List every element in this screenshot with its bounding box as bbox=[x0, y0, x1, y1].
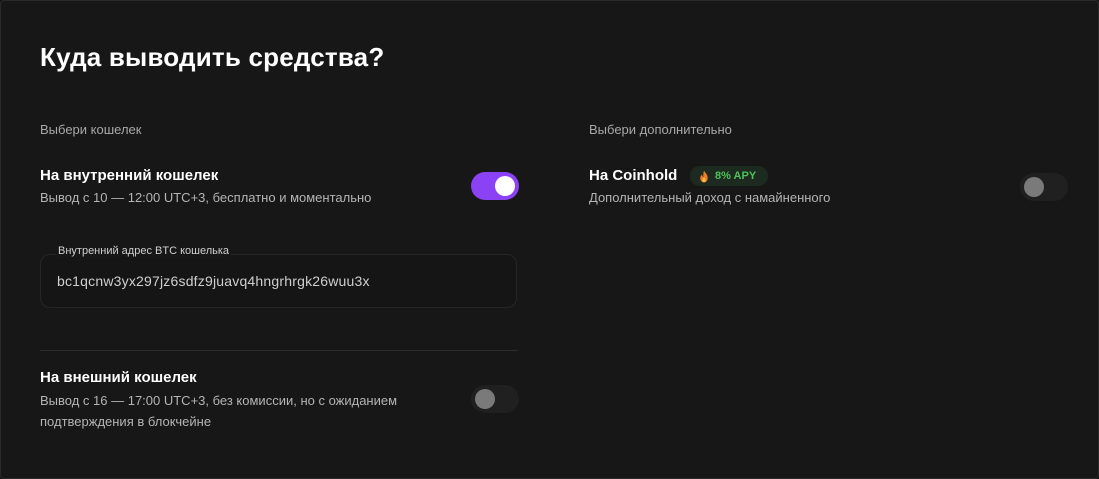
apy-badge-text: 8% APY bbox=[715, 170, 757, 182]
internal-wallet-toggle[interactable] bbox=[471, 172, 519, 200]
apy-badge: 8% APY bbox=[690, 166, 769, 186]
btc-address-value[interactable]: bc1qcnw3yx297jz6sdfz9juavq4hngrhrgk26wuu… bbox=[57, 273, 370, 289]
internal-wallet-title: На внутренний кошелек bbox=[40, 167, 219, 184]
toggle-knob bbox=[1024, 177, 1044, 197]
extra-section-label: Выбери дополнительно bbox=[589, 122, 732, 137]
external-wallet-description-line2: подтверждения в блокчейне bbox=[40, 414, 212, 429]
external-wallet-toggle[interactable] bbox=[471, 385, 519, 413]
toggle-knob bbox=[495, 176, 515, 196]
external-wallet-description-line1: Вывод с 16 — 17:00 UTC+3, без комиссии, … bbox=[40, 393, 398, 408]
coinhold-title: На Coinhold bbox=[589, 167, 678, 184]
external-wallet-title: На внешний кошелек bbox=[40, 369, 197, 386]
page-title: Куда выводить средства? bbox=[40, 42, 385, 72]
coinhold-description: Дополнительный доход с намайненного bbox=[589, 190, 831, 205]
btc-address-label: Внутренний адрес BTC кошелька bbox=[56, 245, 232, 257]
withdraw-panel: Куда выводить средства? Выбери кошелек Н… bbox=[0, 0, 1099, 479]
toggle-knob bbox=[475, 389, 495, 409]
external-wallet-description: Вывод с 16 — 17:00 UTC+3, без комиссии, … bbox=[40, 390, 397, 432]
wallet-section-label: Выбери кошелек bbox=[40, 122, 142, 137]
divider bbox=[40, 350, 518, 351]
internal-wallet-description: Вывод с 10 — 12:00 UTC+3, бесплатно и мо… bbox=[40, 190, 372, 205]
btc-address-field[interactable]: bc1qcnw3yx297jz6sdfz9juavq4hngrhrgk26wuu… bbox=[40, 254, 517, 308]
coinhold-toggle[interactable] bbox=[1020, 173, 1068, 201]
flame-icon bbox=[700, 169, 708, 183]
